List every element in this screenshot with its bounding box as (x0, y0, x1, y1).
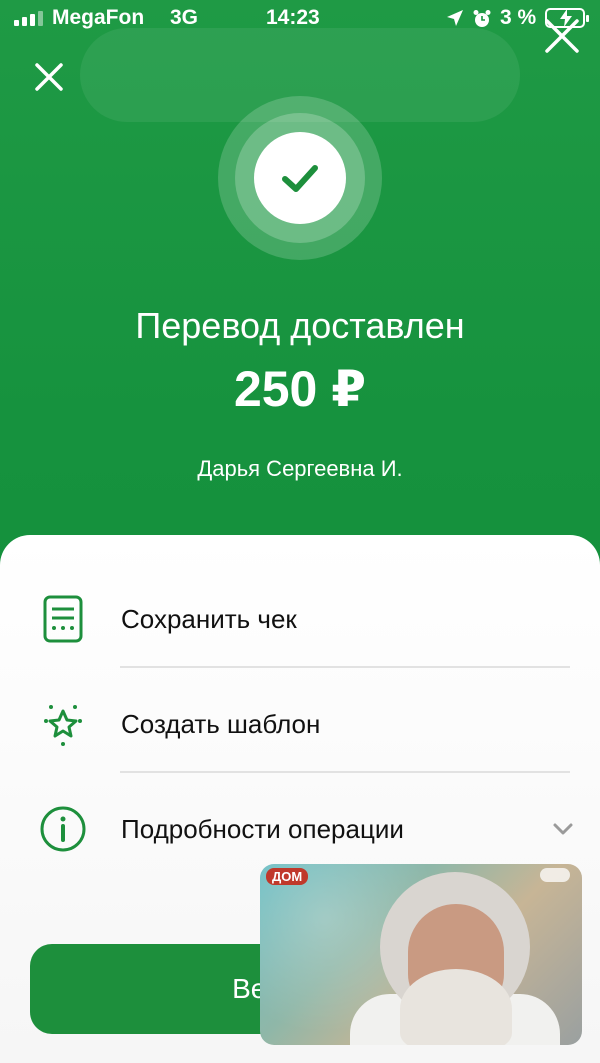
checkmark-icon (282, 165, 318, 192)
recipient-name: Дарья Сергеевна И. (197, 456, 403, 481)
operation-details-label: Подробности операции (121, 813, 404, 844)
video-overlay[interactable]: ДОМ (260, 864, 582, 1045)
create-template-label: Создать шаблон (121, 708, 321, 739)
divider (120, 666, 570, 668)
clock: 14:23 (266, 6, 320, 29)
star-icon (44, 705, 82, 746)
chevron-down-icon[interactable] (551, 817, 575, 841)
save-receipt-button[interactable]: Сохранить чек (0, 567, 600, 671)
overlay-close-icon[interactable] (542, 16, 582, 56)
video-figure-beard (400, 969, 512, 1045)
close-icon[interactable] (32, 60, 66, 94)
create-template-button[interactable]: Создать шаблон (0, 672, 600, 776)
battery-percent: 3 % (500, 6, 537, 29)
network-type: 3G (170, 6, 199, 29)
alarm-icon (473, 10, 491, 27)
channel-logo: ДОМ (266, 868, 309, 885)
carrier-name: MegaFon (52, 6, 145, 29)
success-badge (254, 132, 346, 224)
signal-icon (14, 10, 43, 26)
info-icon (40, 806, 86, 852)
receipt-icon (43, 595, 83, 643)
transfer-status-title: Перевод доставлен (135, 305, 465, 346)
video-corner-logo (540, 868, 570, 882)
save-receipt-label: Сохранить чек (121, 603, 297, 634)
divider (120, 771, 570, 773)
location-icon (447, 10, 463, 26)
transfer-amount: 250 ₽ (233, 361, 367, 417)
